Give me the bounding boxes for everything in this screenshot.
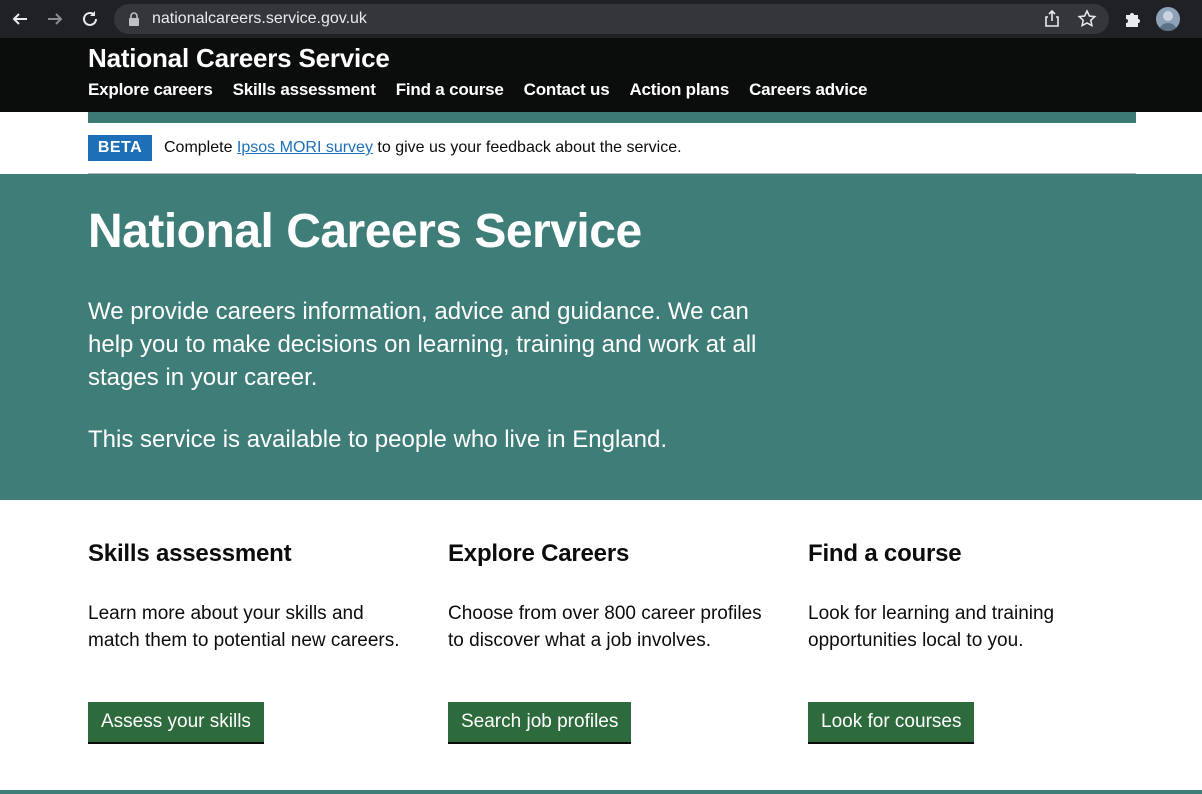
arrow-right-icon bbox=[48, 13, 63, 25]
hero-banner: National Careers Service We provide care… bbox=[0, 174, 1202, 500]
page-bottom-border bbox=[0, 790, 1202, 794]
hero-availability-note: This service is available to people who … bbox=[88, 426, 667, 453]
search-job-profiles-button[interactable]: Search job profiles bbox=[448, 702, 632, 742]
profile-avatar[interactable] bbox=[1156, 7, 1180, 31]
card-find-a-course: Find a course Look for learning and trai… bbox=[808, 540, 1138, 742]
main-navigation: Explore careers Skills assessment Find a… bbox=[88, 80, 867, 100]
card-title: Skills assessment bbox=[88, 540, 292, 567]
card-skills-assessment: Skills assessment Learn more about your … bbox=[88, 540, 418, 742]
forward-button[interactable] bbox=[43, 7, 67, 31]
beta-prefix: Complete bbox=[164, 139, 237, 156]
nav-action-plans[interactable]: Action plans bbox=[629, 80, 729, 100]
nav-skills-assessment[interactable]: Skills assessment bbox=[233, 80, 376, 100]
card-explore-careers: Explore Careers Choose from over 800 car… bbox=[448, 540, 778, 742]
browser-toolbar: nationalcareers.service.gov.uk bbox=[0, 0, 1202, 38]
extensions-puzzle-icon[interactable] bbox=[1122, 8, 1144, 30]
nav-explore-careers[interactable]: Explore careers bbox=[88, 80, 213, 100]
url-text: nationalcareers.service.gov.uk bbox=[152, 10, 367, 27]
arrow-left-icon bbox=[12, 13, 27, 25]
avatar-image-icon bbox=[1159, 11, 1177, 31]
lock-icon bbox=[129, 12, 139, 26]
card-body: Learn more about your skills and match t… bbox=[88, 603, 400, 651]
nav-careers-advice[interactable]: Careers advice bbox=[749, 80, 867, 100]
hero-lead-text: We provide careers information, advice a… bbox=[88, 298, 757, 391]
nav-contact-us[interactable]: Contact us bbox=[524, 80, 610, 100]
card-title: Explore Careers bbox=[448, 540, 630, 567]
beta-message: Complete Ipsos MORI survey to give us yo… bbox=[164, 139, 682, 157]
reload-button[interactable] bbox=[78, 7, 102, 31]
bookmark-star-icon[interactable] bbox=[1077, 9, 1097, 29]
survey-link[interactable]: Ipsos MORI survey bbox=[237, 139, 373, 156]
look-for-courses-button[interactable]: Look for courses bbox=[808, 702, 975, 742]
card-body: Choose from over 800 career profiles to … bbox=[448, 603, 762, 651]
site-title-link[interactable]: National Careers Service bbox=[88, 43, 390, 74]
assess-your-skills-button[interactable]: Assess your skills bbox=[88, 702, 264, 742]
share-icon[interactable] bbox=[1042, 9, 1062, 29]
beta-suffix: to give us your feedback about the servi… bbox=[372, 139, 682, 156]
back-button[interactable] bbox=[8, 7, 32, 31]
site-header: National Careers Service Explore careers… bbox=[0, 38, 1202, 112]
hero-title: National Careers Service bbox=[88, 205, 642, 258]
nav-find-a-course[interactable]: Find a course bbox=[396, 80, 504, 100]
beta-banner: BETA Complete Ipsos MORI survey to give … bbox=[88, 123, 1136, 174]
beta-tag: BETA bbox=[88, 135, 152, 161]
card-body: Look for learning and training opportuni… bbox=[808, 603, 1055, 651]
card-title: Find a course bbox=[808, 540, 962, 567]
header-accent-stripe bbox=[88, 112, 1136, 123]
address-bar[interactable]: nationalcareers.service.gov.uk bbox=[114, 4, 1109, 34]
reload-icon bbox=[83, 11, 97, 26]
